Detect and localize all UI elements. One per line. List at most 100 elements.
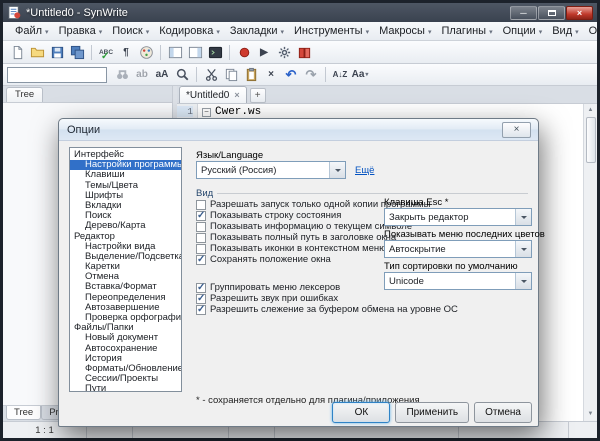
fold-collapse-icon[interactable]: − xyxy=(202,108,211,117)
vertical-scrollbar[interactable]: ▲ ▼ xyxy=(583,104,597,421)
show-paragraph-marks-icon[interactable]: ¶ xyxy=(116,43,136,62)
esc-key-select[interactable]: Закрыть редактор xyxy=(384,208,532,226)
more-languages-link[interactable]: Ещё xyxy=(355,165,374,176)
options-tree-item[interactable]: Поиск xyxy=(70,211,181,221)
menu-search[interactable]: Поиск xyxy=(107,24,154,39)
menu-windows[interactable]: Окна xyxy=(584,24,600,39)
minimize-button-icon[interactable]: ─ xyxy=(510,6,537,20)
menu-file[interactable]: Файл xyxy=(10,24,54,39)
sort-type-select[interactable]: Unicode xyxy=(384,272,532,290)
replace-icon[interactable]: ab xyxy=(132,65,152,84)
save-all-icon[interactable] xyxy=(67,43,87,62)
menu-bookmarks[interactable]: Закладки xyxy=(225,24,289,39)
bottom-tab-tree[interactable]: Tree xyxy=(6,406,41,420)
minimap-panel-icon[interactable] xyxy=(185,43,205,62)
menu-options[interactable]: Опции xyxy=(498,24,548,39)
options-tree-item[interactable]: Выделение/Подсветка xyxy=(70,252,181,262)
checkbox-context-menu-icons[interactable]: Показывать иконки в контекстном меню xyxy=(196,243,388,254)
checkbox-box[interactable] xyxy=(196,233,206,243)
menu-tools[interactable]: Инструменты xyxy=(289,24,374,39)
scroll-down-icon[interactable]: ▼ xyxy=(588,408,594,421)
dropdown-arrow-icon[interactable] xyxy=(515,209,531,225)
tab-close-icon[interactable]: × xyxy=(234,90,239,100)
options-tree-item[interactable]: Автосохранение xyxy=(70,344,181,354)
search-input[interactable] xyxy=(7,67,107,83)
find-icon[interactable] xyxy=(112,65,132,84)
dropdown-arrow-icon[interactable] xyxy=(515,241,531,257)
paste-icon[interactable] xyxy=(241,65,261,84)
options-tree-item[interactable]: Проверка орфографии xyxy=(70,313,181,323)
tab-tree[interactable]: Tree xyxy=(6,87,43,102)
spell-check-icon[interactable]: ABC✓ xyxy=(96,43,116,62)
cut-icon[interactable] xyxy=(201,65,221,84)
options-tree-item[interactable]: Клавиши xyxy=(70,170,181,180)
ok-button[interactable]: ОК xyxy=(332,402,390,423)
checkbox-single-instance[interactable]: Разрешать запуск только одной копии прог… xyxy=(196,199,388,210)
options-tree-item[interactable]: Вставка/Формат xyxy=(70,282,181,292)
options-tree-item[interactable]: Новый документ xyxy=(70,333,181,343)
save-file-icon[interactable] xyxy=(47,43,67,62)
menu-plugins[interactable]: Плагины xyxy=(436,24,497,39)
options-tree-item[interactable]: Настройки вида xyxy=(70,242,181,252)
checkbox-char-info[interactable]: Показывать информацию о текущем символе xyxy=(196,221,388,232)
settings-gear-icon[interactable] xyxy=(274,43,294,62)
checkbox-box[interactable] xyxy=(196,305,206,315)
open-file-icon[interactable] xyxy=(27,43,47,62)
language-select[interactable]: Русский (Россия) xyxy=(196,161,346,179)
document-tab[interactable]: *Untitled0 × xyxy=(179,86,247,103)
options-tree-item[interactable]: Редактор xyxy=(70,232,181,242)
options-tree-item[interactable]: Автозавершение xyxy=(70,303,181,313)
checkbox-save-window-position[interactable]: Сохранять положение окна xyxy=(196,254,388,265)
apply-button[interactable]: Применить xyxy=(395,402,469,423)
scrollbar-thumb[interactable] xyxy=(586,117,596,163)
checkbox-box[interactable] xyxy=(196,211,206,221)
checkbox-box[interactable] xyxy=(196,255,206,265)
options-tree-item[interactable]: Интерфейс xyxy=(70,150,181,160)
options-tree-item[interactable]: Шрифты xyxy=(70,191,181,201)
options-tree-item[interactable]: Переопределения xyxy=(70,293,181,303)
copy-icon[interactable] xyxy=(221,65,241,84)
options-tree-item[interactable]: Каретки xyxy=(70,262,181,272)
options-tree-item[interactable]: Темы/Цвета xyxy=(70,181,181,191)
checkbox-group-lexers-menu[interactable]: Группировать меню лексеров xyxy=(196,282,388,293)
checkbox-error-sound[interactable]: Разрешить звук при ошибках xyxy=(196,293,388,304)
options-tree-item[interactable]: История xyxy=(70,354,181,364)
font-size-icon[interactable]: Aa xyxy=(350,65,370,84)
checkbox-clipboard-tracking[interactable]: Разрешить слежение за буфером обмена на … xyxy=(196,304,388,315)
dropdown-arrow-icon[interactable] xyxy=(515,273,531,289)
checkbox-box[interactable] xyxy=(196,200,206,210)
maximize-button-icon[interactable] xyxy=(538,6,565,20)
scroll-up-icon[interactable]: ▲ xyxy=(588,104,594,117)
options-tree-item[interactable]: Вкладки xyxy=(70,201,181,211)
options-tree-item[interactable]: Форматы/Обновление xyxy=(70,364,181,374)
color-palette-icon[interactable] xyxy=(136,43,156,62)
options-tree-item[interactable]: Настройки программы xyxy=(70,160,181,170)
record-macro-icon[interactable] xyxy=(234,43,254,62)
options-tree-item[interactable]: Дерево/Карта xyxy=(70,221,181,231)
console-panel-icon[interactable] xyxy=(205,43,225,62)
change-case-icon[interactable]: aA xyxy=(152,65,172,84)
undo-icon[interactable]: ↶ xyxy=(281,65,301,84)
checkbox-box[interactable] xyxy=(196,283,206,293)
menu-encoding[interactable]: Кодировка xyxy=(154,24,225,39)
checkbox-box[interactable] xyxy=(196,222,206,232)
options-tree-item[interactable]: Отмена xyxy=(70,272,181,282)
options-tree-item[interactable]: Пути xyxy=(70,384,181,392)
zoom-magnifier-icon[interactable] xyxy=(172,65,192,84)
redo-icon[interactable]: ↷ xyxy=(301,65,321,84)
recent-colors-select[interactable]: Автоскрытие xyxy=(384,240,532,258)
dropdown-arrow-icon[interactable] xyxy=(329,162,345,178)
play-macro-icon[interactable]: ▶ xyxy=(254,43,274,62)
sidebar-panel-icon[interactable] xyxy=(165,43,185,62)
help-book-icon[interactable] xyxy=(294,43,314,62)
delete-icon[interactable]: × xyxy=(261,65,281,84)
dialog-close-button[interactable]: × xyxy=(502,122,531,138)
menu-view[interactable]: Вид xyxy=(547,24,583,39)
new-tab-button[interactable]: + xyxy=(250,88,266,103)
checkbox-status-bar[interactable]: Показывать строку состояния xyxy=(196,210,388,221)
new-file-icon[interactable] xyxy=(7,43,27,62)
options-tree-item[interactable]: Сессии/Проекты xyxy=(70,374,181,384)
options-tree-item[interactable]: Файлы/Папки xyxy=(70,323,181,333)
cancel-button[interactable]: Отмена xyxy=(474,402,532,423)
checkbox-box[interactable] xyxy=(196,294,206,304)
